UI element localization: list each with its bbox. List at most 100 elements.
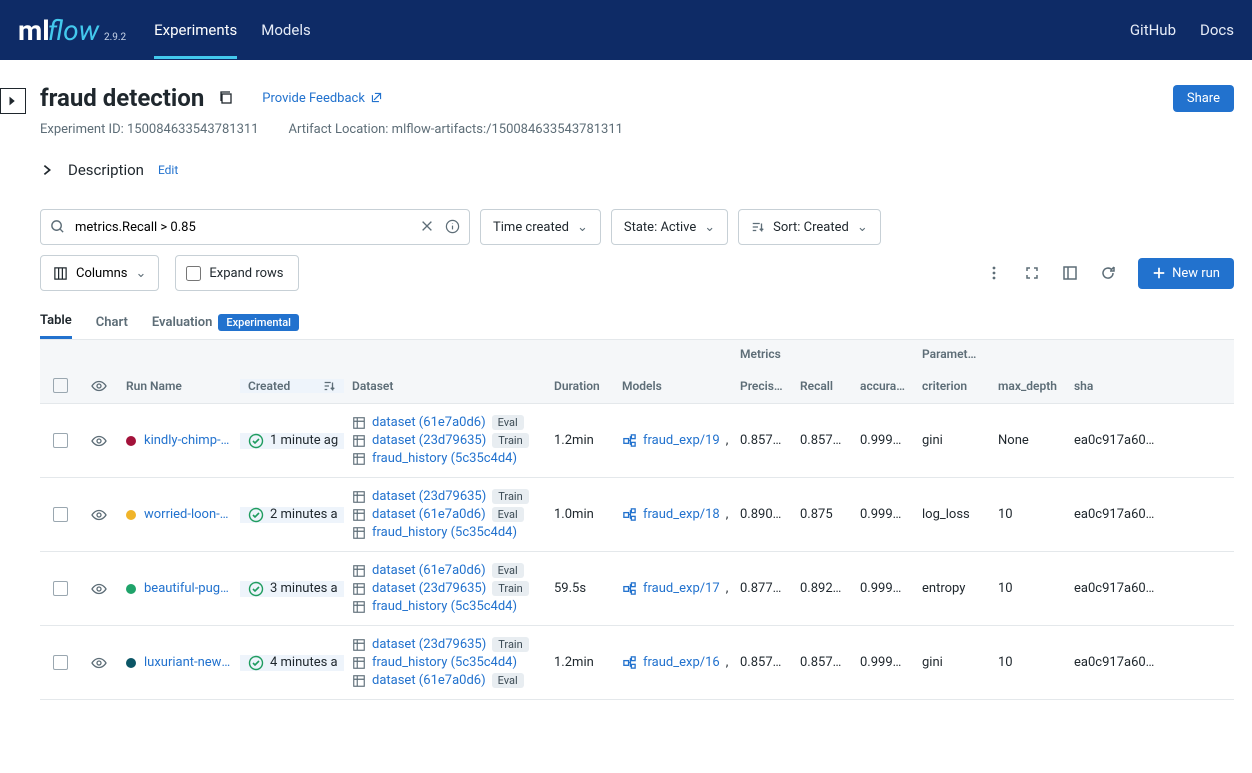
column-group-parameters: Parameters (914, 347, 990, 361)
provide-feedback-link[interactable]: Provide Feedback (262, 91, 383, 106)
model-icon (622, 581, 637, 596)
select-all-checkbox[interactable] (53, 378, 68, 393)
search-input-wrapper (40, 209, 470, 245)
expand-rows-checkbox[interactable] (186, 266, 201, 281)
view-tab-evaluation[interactable]: EvaluationExperimental (152, 314, 299, 339)
copy-icon[interactable] (218, 90, 234, 106)
dataset-link[interactable]: dataset (23d79635) (372, 433, 486, 448)
dataset-context-badge: Train (492, 433, 528, 448)
column-header-recall[interactable]: Recall (792, 379, 852, 393)
row-visibility-icon[interactable] (91, 433, 107, 449)
dataset-context-badge: Train (492, 489, 528, 504)
columns-button[interactable]: Columns⌄ (40, 255, 159, 291)
model-link[interactable]: fraud_exp/19 (643, 433, 720, 448)
created-time: 4 minutes a (270, 655, 338, 670)
run-status-dot (126, 510, 136, 520)
status-success-icon (248, 655, 264, 671)
column-group-metrics: Metrics (732, 347, 792, 361)
row-visibility-icon[interactable] (91, 507, 107, 523)
model-link[interactable]: fraud_exp/16 (643, 655, 720, 670)
column-header-max-depth[interactable]: max_depth (990, 379, 1066, 393)
row-checkbox[interactable] (53, 507, 68, 522)
column-header-accuracy[interactable]: accuracy (852, 379, 914, 393)
experiment-id-label: Experiment ID: 150084633543781311 (40, 122, 259, 137)
dataset-link[interactable]: dataset (23d79635) (372, 637, 486, 652)
max-depth-value: None (990, 433, 1066, 448)
table-row: luxuriant-newt… 4 minutes a dataset (23d… (40, 626, 1234, 700)
column-header-run-name[interactable]: Run Name (118, 379, 240, 393)
column-header-models[interactable]: Models (614, 379, 732, 393)
nav-tab-experiments[interactable]: Experiments (154, 1, 237, 59)
created-time: 2 minutes a (270, 507, 338, 522)
runs-table: Metrics Parameters Run Name Created Data… (40, 339, 1234, 700)
dataset-link[interactable]: fraud_history (5c35c4d4) (372, 451, 517, 466)
nav-link-docs[interactable]: Docs (1200, 21, 1234, 39)
row-visibility-icon[interactable] (91, 655, 107, 671)
column-header-created[interactable]: Created (240, 379, 344, 393)
column-header-precision[interactable]: Precision (732, 379, 792, 393)
dataset-link[interactable]: fraud_history (5c35c4d4) (372, 655, 517, 670)
search-info-icon[interactable] (445, 219, 460, 234)
search-input[interactable] (40, 209, 470, 245)
dataset-link[interactable]: dataset (61e7a0d6) (372, 673, 486, 688)
clear-search-icon[interactable] (420, 219, 434, 233)
search-icon (50, 219, 65, 234)
sort-desc-icon[interactable] (322, 379, 336, 393)
dataset-link[interactable]: dataset (61e7a0d6) (372, 563, 486, 578)
run-status-dot (126, 436, 136, 446)
description-edit-link[interactable]: Edit (158, 163, 178, 177)
row-visibility-icon[interactable] (91, 581, 107, 597)
sort-filter[interactable]: Sort: Created⌄ (738, 209, 881, 245)
run-name-link[interactable]: kindly-chimp-9… (144, 433, 232, 448)
share-button[interactable]: Share (1173, 85, 1234, 112)
dataset-link[interactable]: dataset (61e7a0d6) (372, 415, 486, 430)
view-tab-table[interactable]: Table (40, 313, 72, 339)
refresh-icon[interactable] (1100, 265, 1116, 281)
nav-tab-models[interactable]: Models (261, 1, 310, 59)
precision-value: 0.877… (732, 581, 792, 596)
column-header-duration[interactable]: Duration (546, 379, 614, 393)
model-link[interactable]: fraud_exp/17 (643, 581, 720, 596)
run-name-link[interactable]: luxuriant-newt… (144, 655, 232, 670)
status-success-icon (248, 581, 264, 597)
column-header-sha[interactable]: sha (1066, 379, 1166, 393)
dataset-context-badge: Eval (492, 507, 524, 522)
row-checkbox[interactable] (53, 433, 68, 448)
nav-link-github[interactable]: GitHub (1130, 21, 1176, 39)
run-name-link[interactable]: beautiful-pug-… (144, 581, 232, 596)
expand-rows-toggle[interactable]: Expand rows (175, 255, 298, 291)
dataset-link[interactable]: dataset (23d79635) (372, 489, 486, 504)
state-filter[interactable]: State: Active⌄ (611, 209, 728, 245)
dataset-context-badge: Eval (492, 415, 524, 430)
panel-layout-icon[interactable] (1062, 265, 1078, 281)
run-status-dot (126, 658, 136, 668)
view-tab-chart[interactable]: Chart (96, 315, 128, 338)
dataset-link[interactable]: fraud_history (5c35c4d4) (372, 525, 517, 540)
experimental-badge: Experimental (218, 314, 299, 331)
dataset-context-badge: Eval (492, 563, 524, 578)
time-created-filter[interactable]: Time created⌄ (480, 209, 601, 245)
kebab-menu-icon[interactable] (986, 265, 1002, 281)
row-checkbox[interactable] (53, 581, 68, 596)
visibility-header-icon[interactable] (91, 378, 107, 394)
sidebar-collapse-button[interactable] (0, 88, 26, 114)
logo[interactable]: mlflow2.9.2 (18, 14, 126, 47)
run-name-link[interactable]: worried-loon-6… (144, 507, 232, 522)
duration-value: 1.2min (546, 433, 614, 448)
accuracy-value: 0.999… (852, 507, 914, 522)
column-header-criterion[interactable]: criterion (914, 379, 990, 393)
accuracy-value: 0.999… (852, 655, 914, 670)
dataset-link[interactable]: fraud_history (5c35c4d4) (372, 599, 517, 614)
description-expand-icon[interactable] (40, 163, 54, 177)
dataset-link[interactable]: dataset (61e7a0d6) (372, 507, 486, 522)
table-row: worried-loon-6… 2 minutes a dataset (23d… (40, 478, 1234, 552)
criterion-value: entropy (914, 581, 990, 596)
fullscreen-icon[interactable] (1024, 265, 1040, 281)
criterion-value: log_loss (914, 507, 990, 522)
row-checkbox[interactable] (53, 655, 68, 670)
column-header-dataset[interactable]: Dataset (344, 379, 546, 393)
new-run-button[interactable]: New run (1138, 258, 1234, 289)
sha-value: ea0c917a60… (1066, 507, 1166, 522)
model-link[interactable]: fraud_exp/18 (643, 507, 720, 522)
dataset-link[interactable]: dataset (23d79635) (372, 581, 486, 596)
